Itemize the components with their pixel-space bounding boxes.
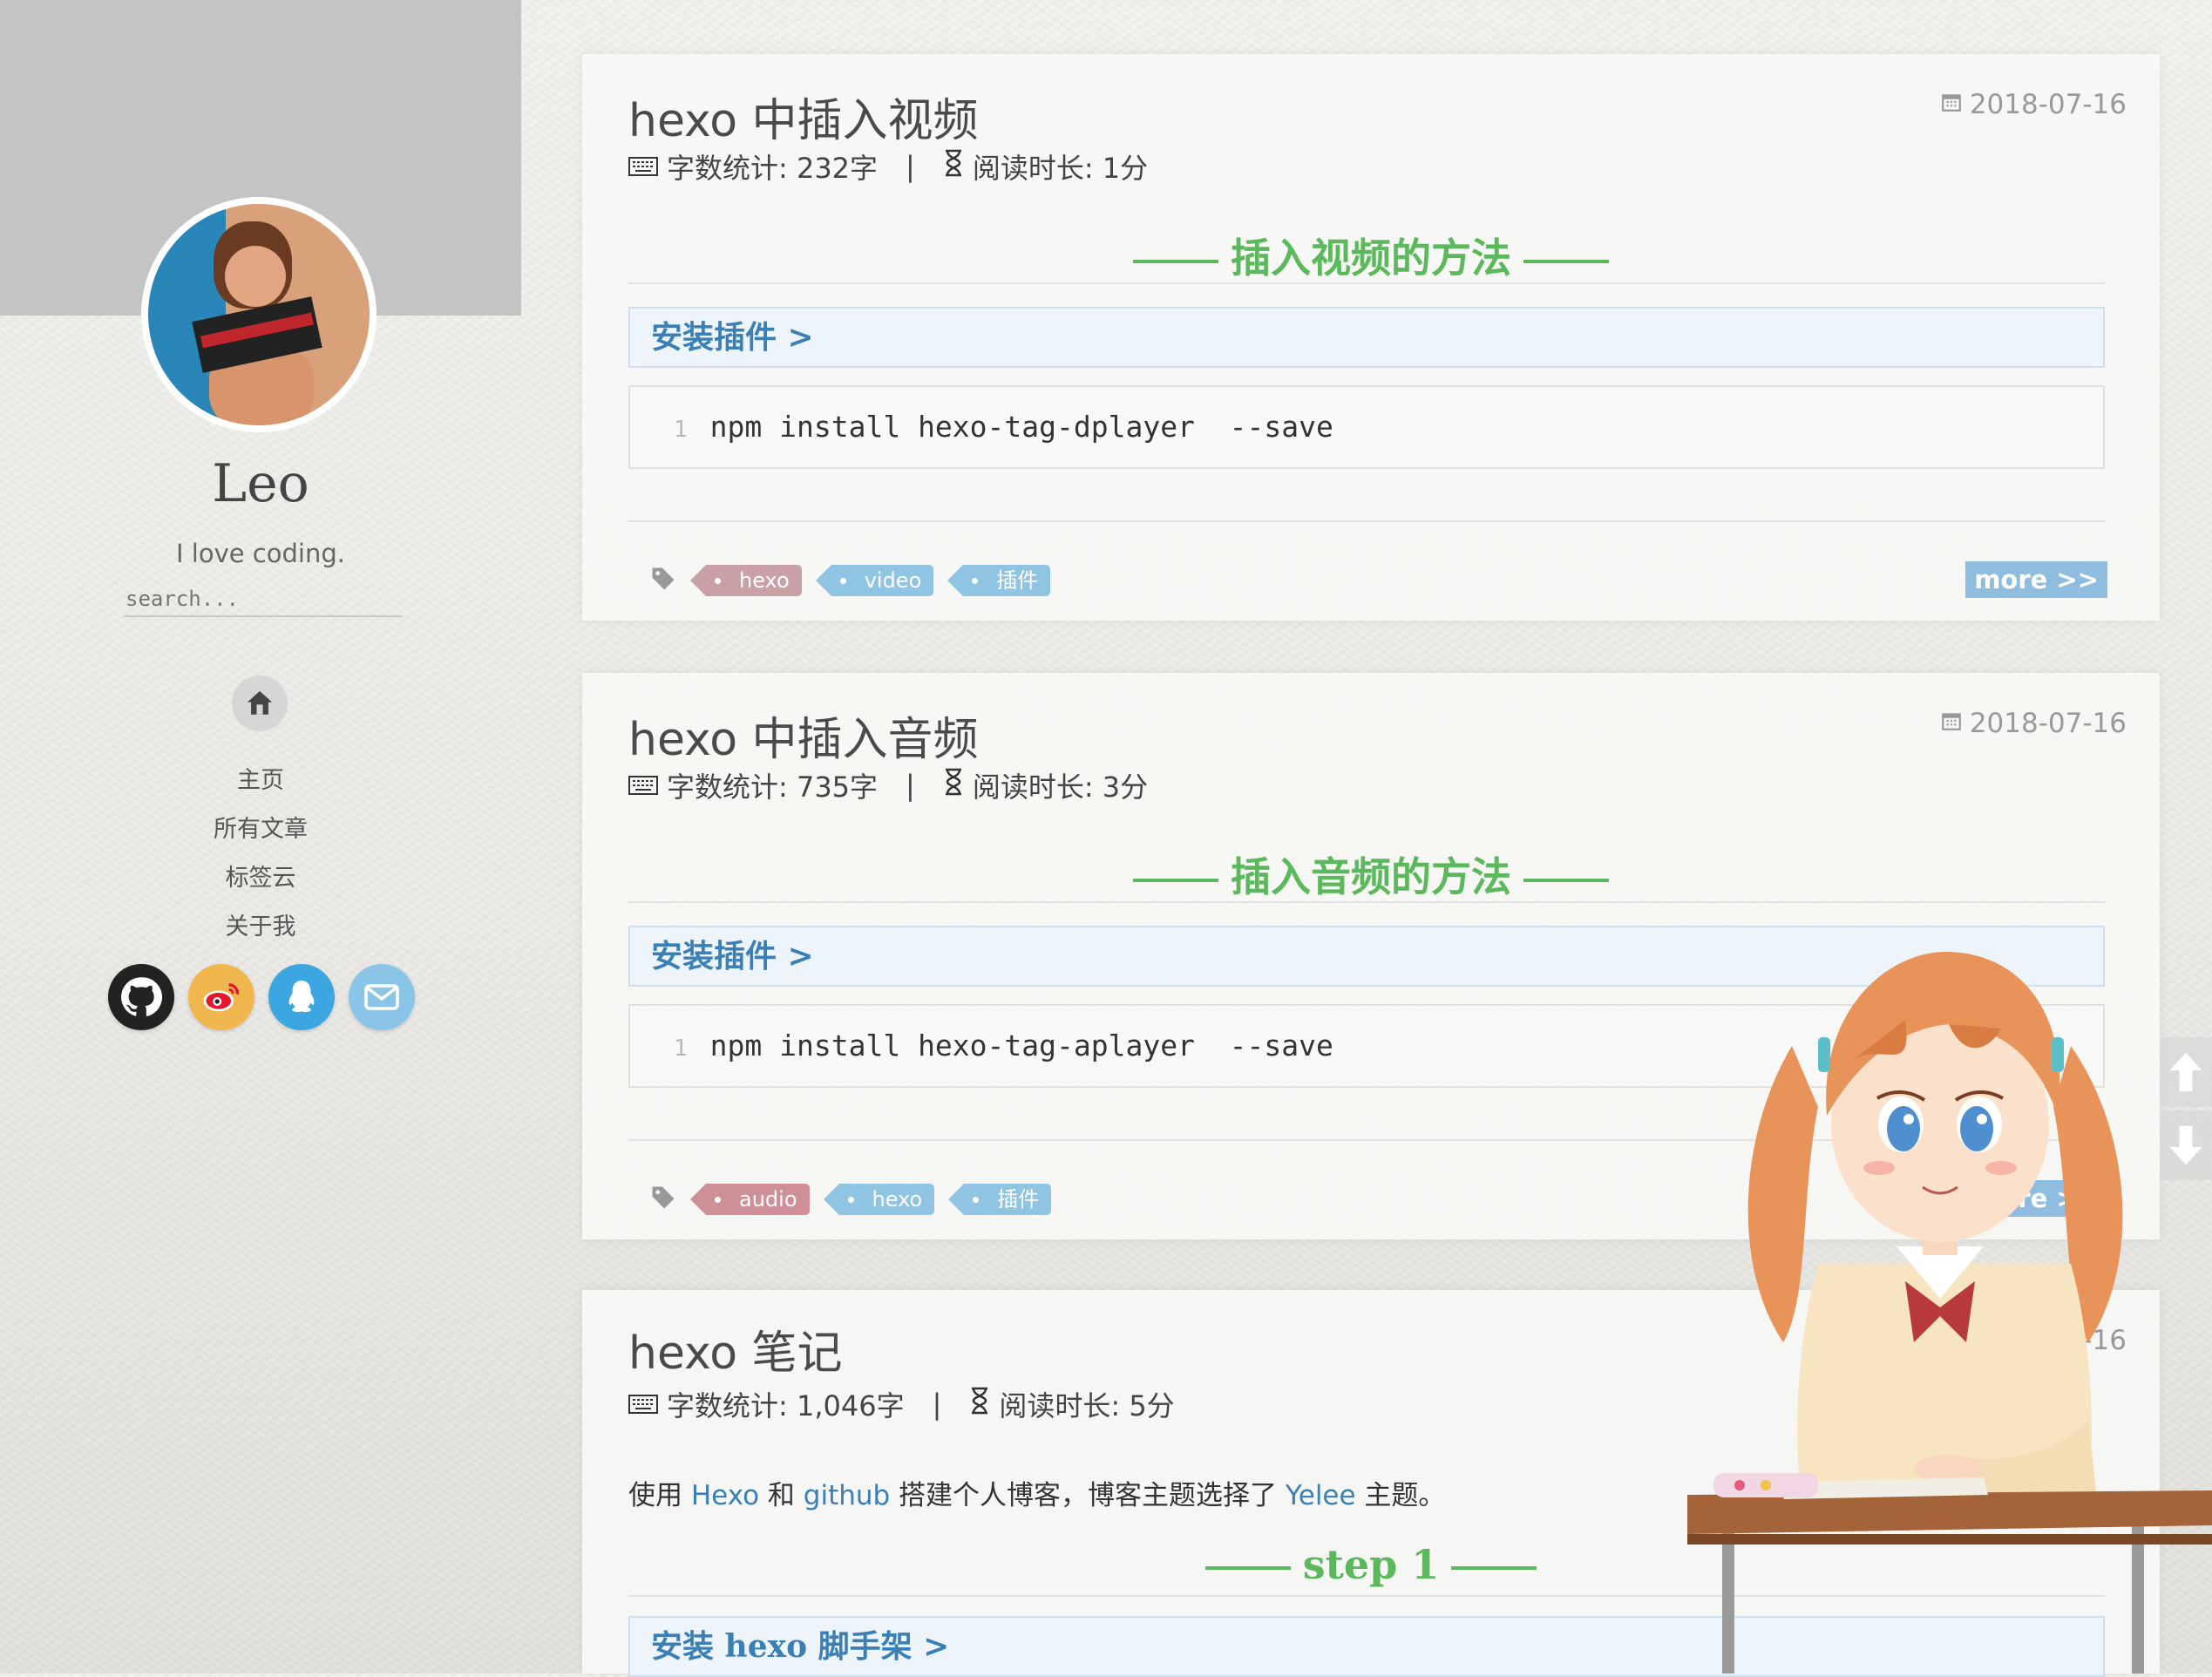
hourglass-icon — [969, 1387, 990, 1422]
hourglass-icon — [943, 149, 964, 184]
github-icon[interactable] — [108, 964, 174, 1030]
hourglass-icon — [943, 768, 964, 803]
sidebar: Leo I love coding. 主页 所有文章 标签云 关于我 — [0, 0, 521, 1674]
mail-icon[interactable] — [349, 964, 415, 1030]
tag-plugin[interactable]: 插件 — [948, 1184, 1052, 1215]
word-count: 字数统计: 232字 — [667, 152, 879, 185]
tag-hexo[interactable]: hexo — [690, 565, 802, 596]
post-date: 2018-07-16 — [1940, 708, 2127, 739]
post-date-text: 2018-07-16 — [1969, 89, 2127, 120]
post-card: hexo 中插入视频 2018-07-16 字数统计: 232字 | 阅读时长:… — [582, 54, 2160, 621]
post-excerpt: 使用 Hexo 和 github 搭建个人博客，博客主题选择了 Yelee 主题… — [628, 1480, 1446, 1511]
nav-item-home[interactable]: 主页 — [0, 757, 521, 805]
divider — [628, 282, 2105, 284]
read-time: 阅读时长: 3分 — [972, 771, 1149, 804]
tag-list: hexo video 插件 — [650, 565, 1051, 596]
keyboard-icon — [628, 150, 658, 183]
calendar-icon — [1940, 89, 1963, 120]
subheading: 安装插件 > — [628, 307, 2105, 368]
social-links — [108, 964, 415, 1030]
tag-video[interactable]: video — [815, 565, 934, 596]
avatar[interactable] — [141, 197, 377, 432]
link-yelee[interactable]: Yelee — [1286, 1480, 1356, 1511]
author-motto: I love coding. — [176, 539, 345, 568]
tag-hexo[interactable]: hexo — [823, 1184, 935, 1215]
weibo-icon[interactable] — [188, 964, 254, 1030]
nav-item-about[interactable]: 关于我 — [0, 903, 521, 952]
post-title[interactable]: hexo 笔记 — [628, 1316, 843, 1382]
post-meta: 字数统计: 735字 | 阅读时长: 3分 — [628, 765, 1148, 805]
keyboard-icon — [628, 1388, 658, 1421]
nav-item-tag-cloud[interactable]: 标签云 — [0, 854, 521, 903]
section-heading: 插入视频的方法 — [582, 227, 2160, 284]
author-name: Leo — [212, 453, 309, 514]
tag-icon — [650, 1185, 676, 1214]
tag-plugin[interactable]: 插件 — [947, 565, 1051, 596]
tag-icon — [650, 566, 676, 595]
search-input[interactable] — [124, 582, 403, 617]
home-icon[interactable] — [232, 676, 288, 731]
word-count: 字数统计: 735字 — [667, 771, 879, 804]
read-time: 阅读时长: 5分 — [999, 1389, 1175, 1422]
read-time: 阅读时长: 1分 — [972, 152, 1149, 185]
code-line: npm install hexo-tag-dplayer --save — [709, 410, 1333, 444]
avatar-photo — [148, 204, 370, 425]
tag-audio[interactable]: audio — [690, 1184, 810, 1215]
tag-list: audio hexo 插件 — [650, 1184, 1052, 1215]
more-button[interactable]: more >> — [1965, 561, 2107, 598]
word-count: 字数统计: 1,046字 — [667, 1389, 905, 1422]
qq-icon[interactable] — [268, 964, 335, 1030]
live2d-mascot[interactable] — [1687, 933, 2212, 1674]
divider — [628, 520, 2105, 522]
post-date: 2018-07-16 — [1940, 89, 2127, 120]
nav-item-all-posts[interactable]: 所有文章 — [0, 805, 521, 854]
code-line: npm install hexo-tag-aplayer --save — [709, 1029, 1333, 1063]
post-title[interactable]: hexo 中插入音频 — [628, 703, 979, 768]
code-block: 1 npm install hexo-tag-dplayer --save — [628, 385, 2105, 469]
link-github[interactable]: github — [804, 1480, 890, 1511]
calendar-icon — [1940, 708, 1963, 739]
post-title[interactable]: hexo 中插入视频 — [628, 84, 979, 149]
sidebar-nav: 主页 所有文章 标签云 关于我 — [0, 757, 521, 952]
post-meta: 字数统计: 1,046字 | 阅读时长: 5分 — [628, 1384, 1175, 1424]
post-meta: 字数统计: 232字 | 阅读时长: 1分 — [628, 146, 1148, 187]
link-hexo[interactable]: Hexo — [691, 1480, 759, 1511]
divider — [628, 901, 2105, 903]
post-date-text: 2018-07-16 — [1969, 708, 2127, 739]
section-heading: 插入音频的方法 — [582, 845, 2160, 903]
keyboard-icon — [628, 769, 658, 802]
